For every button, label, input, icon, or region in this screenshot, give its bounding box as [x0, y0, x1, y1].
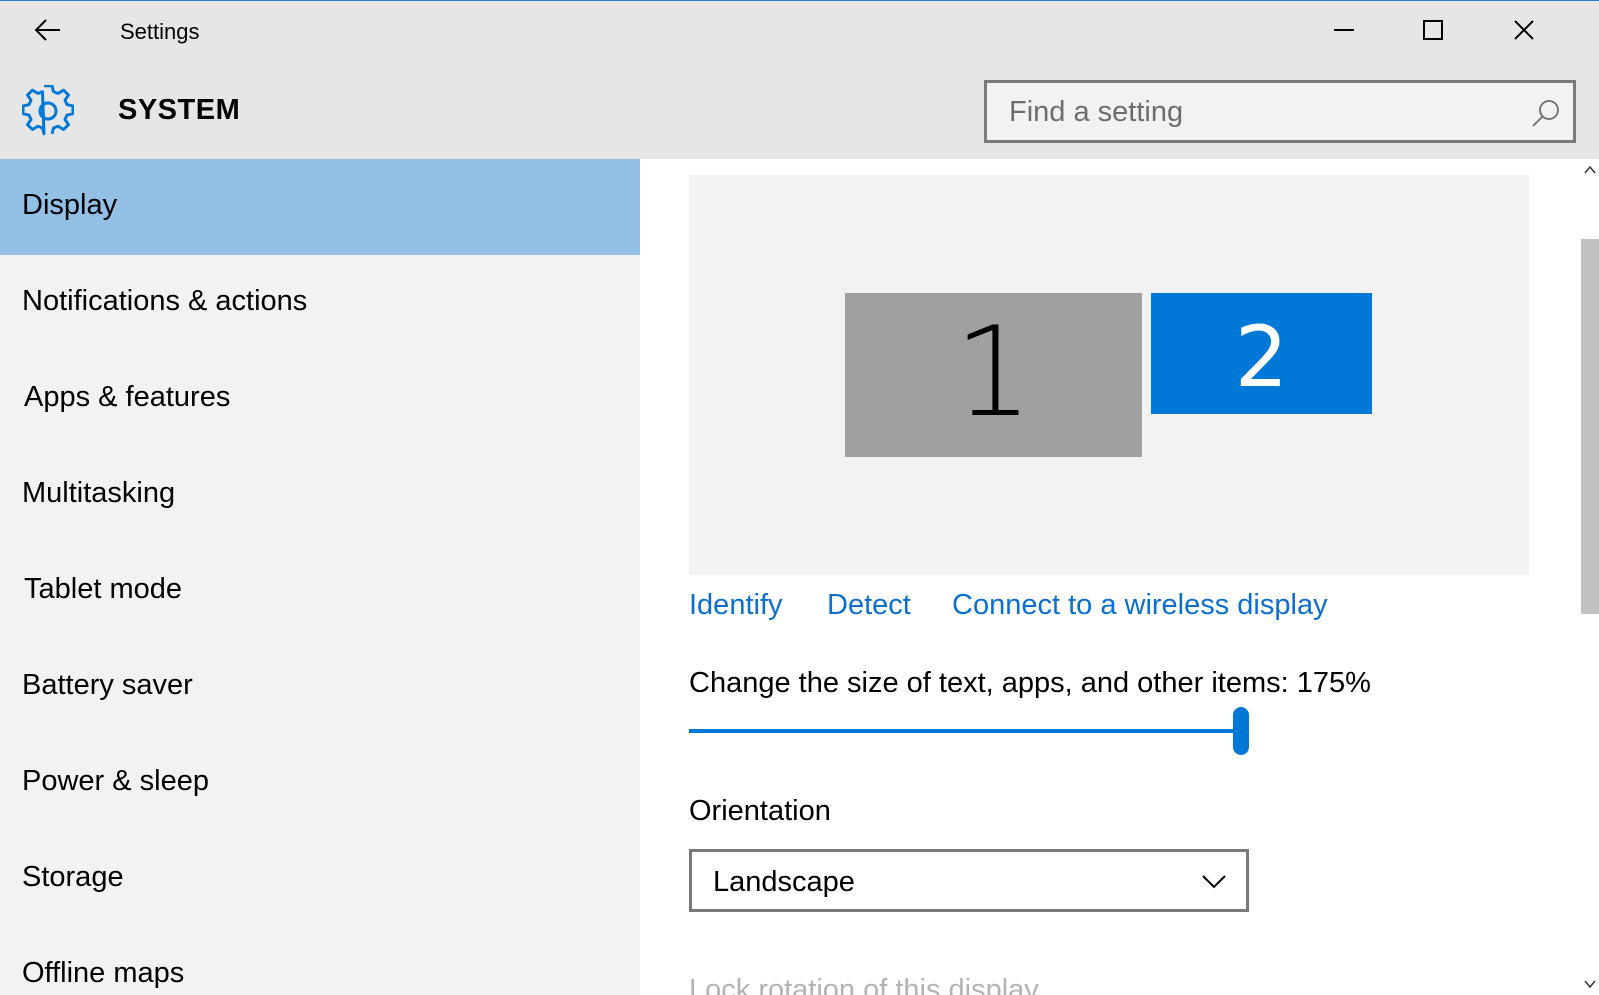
sidebar: Display Notifications & actions Apps & f… [0, 159, 640, 995]
content-scrollbar[interactable] [1580, 159, 1599, 995]
close-button[interactable] [1494, 7, 1554, 57]
gear-icon [21, 84, 75, 137]
wireless-display-link[interactable]: Connect to a wireless display [952, 589, 1328, 622]
minimize-button[interactable] [1314, 7, 1374, 57]
scale-slider[interactable] [689, 707, 1249, 757]
scrollbar-thumb[interactable] [1581, 239, 1599, 614]
sidebar-item-label: Notifications & actions [22, 285, 308, 317]
search-placeholder: Find a setting [1009, 96, 1184, 128]
monitor-arrangement: 1 2 [689, 175, 1529, 575]
sidebar-item-label: Power & sleep [22, 765, 209, 797]
minimize-icon [1333, 19, 1355, 46]
sidebar-item-label: Display [22, 189, 118, 221]
settings-header: SYSTEM Find a setting [0, 63, 1599, 159]
maximize-button[interactable] [1403, 7, 1463, 57]
slider-thumb[interactable] [1233, 707, 1249, 755]
chevron-down-icon [1200, 868, 1228, 896]
sidebar-item-multitasking[interactable]: Multitasking [0, 447, 640, 543]
sidebar-item-tablet-mode[interactable]: Tablet mode [0, 543, 640, 639]
arrow-left-icon [34, 18, 62, 47]
sidebar-item-apps-features[interactable]: Apps & features [0, 351, 640, 447]
window-title: Settings [120, 19, 200, 44]
lock-rotation-label: Lock rotation of this display [689, 974, 1039, 995]
close-icon [1513, 19, 1535, 46]
sidebar-item-label: Multitasking [22, 477, 176, 509]
monitor-2[interactable]: 2 [1151, 293, 1372, 414]
sidebar-item-display[interactable]: Display [0, 159, 640, 255]
sidebar-item-label: Battery saver [22, 669, 193, 701]
display-settings-panel: 1 2 Identify Detect Connect to a wireles… [640, 159, 1580, 995]
scroll-down-icon[interactable] [1583, 977, 1597, 991]
orientation-dropdown[interactable]: Landscape [689, 849, 1249, 912]
sidebar-item-battery-saver[interactable]: Battery saver [0, 639, 640, 735]
sidebar-item-storage[interactable]: Storage [0, 831, 640, 927]
sidebar-item-notifications[interactable]: Notifications & actions [0, 255, 640, 351]
sidebar-item-label: Apps & features [24, 381, 231, 413]
back-button[interactable] [22, 11, 74, 53]
detect-link[interactable]: Detect [827, 589, 911, 622]
slider-track [689, 729, 1241, 733]
scroll-up-icon[interactable] [1583, 163, 1597, 177]
section-title: SYSTEM [118, 94, 241, 126]
search-icon[interactable] [1531, 98, 1561, 128]
sidebar-item-label: Storage [22, 861, 124, 893]
monitor-2-number: 2 [1234, 308, 1289, 406]
monitor-1[interactable]: 1 [845, 293, 1142, 457]
scale-label: Change the size of text, apps, and other… [689, 667, 1371, 699]
maximize-icon [1422, 19, 1444, 46]
sidebar-item-power-sleep[interactable]: Power & sleep [0, 735, 640, 831]
title-bar: Settings [0, 1, 1599, 63]
identify-link[interactable]: Identify [689, 589, 783, 622]
orientation-value: Landscape [713, 866, 855, 898]
sidebar-item-offline-maps[interactable]: Offline maps [0, 927, 640, 995]
search-input[interactable]: Find a setting [984, 80, 1576, 143]
orientation-label: Orientation [689, 795, 831, 827]
monitor-1-number: 1 [954, 301, 1033, 445]
sidebar-item-label: Tablet mode [24, 573, 182, 605]
sidebar-item-label: Offline maps [22, 957, 185, 989]
